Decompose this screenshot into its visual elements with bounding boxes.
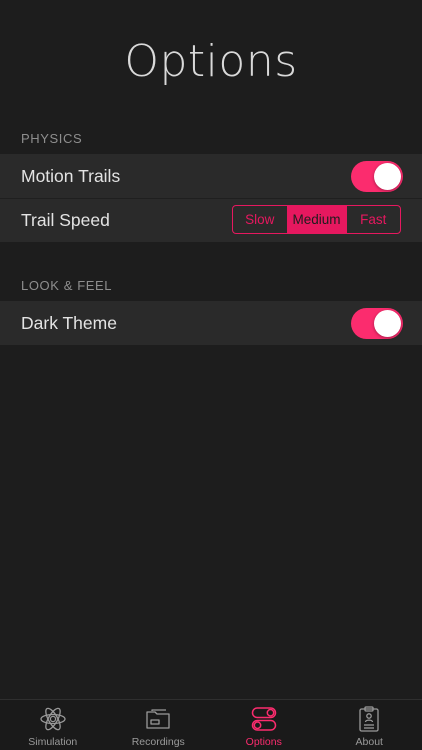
section-header-physics: PHYSICS	[21, 131, 83, 146]
section-header-look-feel: LOOK & FEEL	[21, 278, 113, 293]
tab-simulation[interactable]: Simulation	[0, 700, 106, 750]
trail-speed-row: Trail Speed Slow Medium Fast	[0, 198, 422, 242]
tab-about[interactable]: About	[317, 700, 422, 750]
motion-trails-row: Motion Trails	[0, 154, 422, 198]
tab-bar: Simulation Recordings Options About	[0, 699, 422, 750]
dark-theme-toggle[interactable]	[351, 308, 403, 339]
folder-icon	[144, 705, 172, 733]
motion-trails-label: Motion Trails	[21, 165, 121, 186]
trail-speed-fast[interactable]: Fast	[345, 206, 401, 233]
page-title: Options	[124, 36, 298, 87]
motion-trails-toggle[interactable]	[351, 161, 403, 192]
tab-label: Simulation	[28, 736, 78, 748]
atom-icon	[39, 705, 67, 733]
dark-theme-row: Dark Theme	[0, 301, 422, 345]
trail-speed-medium[interactable]: Medium	[286, 206, 346, 233]
trail-speed-slow[interactable]: Slow	[233, 206, 287, 233]
tab-label: About	[355, 736, 383, 748]
dark-theme-label: Dark Theme	[21, 312, 117, 333]
toggles-icon	[250, 705, 278, 733]
tab-label: Recordings	[131, 736, 185, 748]
trail-speed-segmented-control: Slow Medium Fast	[232, 205, 401, 234]
toggle-knob	[374, 310, 401, 337]
look-feel-group: Dark Theme	[0, 301, 422, 345]
clipboard-icon	[355, 705, 383, 733]
toggle-knob	[374, 163, 401, 190]
tab-recordings[interactable]: Recordings	[106, 700, 212, 750]
tab-options[interactable]: Options	[211, 700, 317, 750]
tab-label: Options	[245, 736, 282, 748]
trail-speed-label: Trail Speed	[21, 209, 110, 230]
physics-group: Motion Trails Trail Speed Slow Medium Fa…	[0, 154, 422, 242]
options-screen: Options PHYSICS Motion Trails Trail Spee…	[0, 0, 422, 750]
